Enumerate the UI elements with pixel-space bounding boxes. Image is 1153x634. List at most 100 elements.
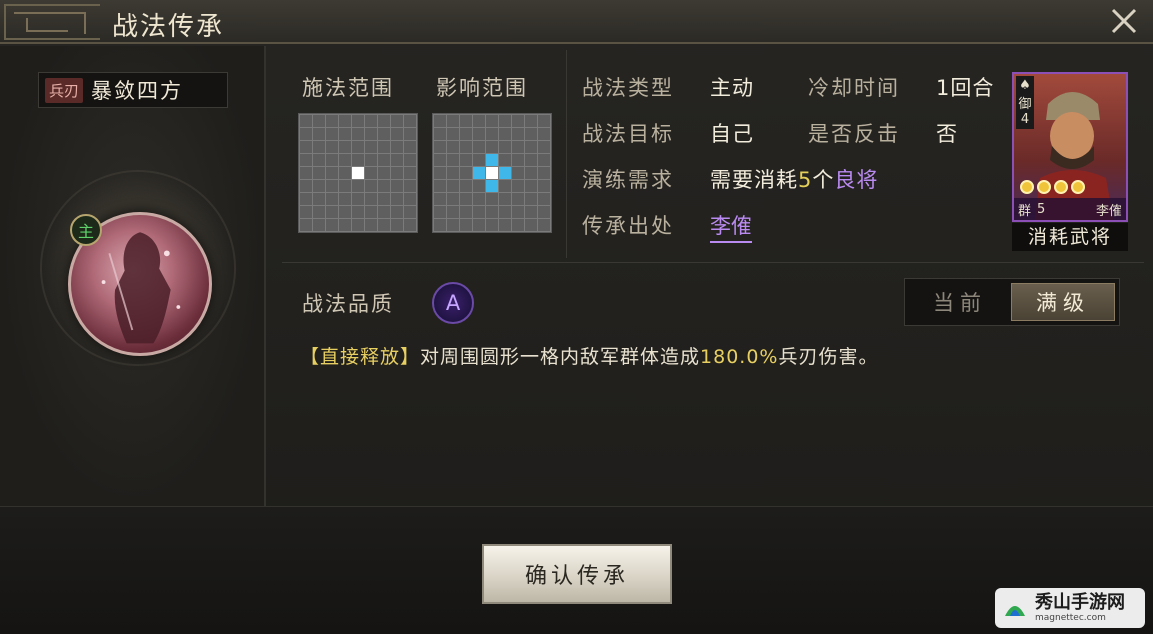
range-cell	[313, 193, 325, 205]
range-cell	[352, 141, 364, 153]
range-cell	[499, 206, 511, 218]
range-cell	[378, 219, 390, 231]
general-card-caption: 消耗武将	[1012, 223, 1128, 251]
range-cell	[365, 193, 377, 205]
confirm-inherit-button[interactable]: 确认传承	[482, 544, 672, 604]
range-cell	[326, 167, 338, 179]
general-level: 4	[1020, 112, 1030, 127]
description-text-after: 兵刃伤害。	[778, 346, 879, 368]
range-cell	[473, 115, 485, 127]
range-cell	[525, 128, 537, 140]
require-quality: 良将	[834, 168, 879, 192]
range-cell	[447, 193, 459, 205]
cooldown-label: 冷却时间	[808, 76, 900, 100]
range-cell	[352, 167, 364, 179]
range-cell	[300, 219, 312, 231]
range-cell	[391, 219, 403, 231]
range-cell	[499, 180, 511, 192]
range-cell	[300, 154, 312, 166]
require-value: 需要消耗5个良将	[710, 164, 878, 194]
title-bar: 战法传承	[0, 0, 1153, 44]
range-cell	[525, 141, 537, 153]
range-cell	[326, 180, 338, 192]
general-stars	[1020, 180, 1085, 194]
general-faction: 群	[1018, 203, 1032, 219]
cooldown-value: 1回合	[936, 76, 995, 100]
range-cell	[434, 141, 446, 153]
range-cell	[460, 115, 472, 127]
range-cell	[404, 206, 416, 218]
effect-range-grid	[432, 113, 552, 233]
effect-range-label: 影响范围	[436, 76, 528, 100]
range-cell	[300, 167, 312, 179]
star-icon	[1037, 180, 1051, 194]
range-cell	[447, 180, 459, 192]
range-cell	[352, 219, 364, 231]
range-cell	[525, 193, 537, 205]
toggle-current[interactable]: 当前	[909, 283, 1011, 321]
skill-description: 【直接释放】对周围圆形一格内敌军群体造成180.0%兵刃伤害。	[300, 342, 879, 369]
description-percent: 180.0%	[700, 346, 779, 368]
range-cell	[512, 115, 524, 127]
range-cell	[378, 128, 390, 140]
range-cell	[434, 167, 446, 179]
general-shield-icon: ♠	[1019, 78, 1031, 93]
range-cell	[352, 128, 364, 140]
watermark-cn: 秀山手游网	[1035, 591, 1125, 613]
range-cell	[460, 154, 472, 166]
range-cell	[404, 219, 416, 231]
range-cell	[300, 193, 312, 205]
range-cell	[434, 206, 446, 218]
range-cell	[352, 206, 364, 218]
range-cell	[313, 128, 325, 140]
general-side-tag: ♠ 御 4	[1016, 76, 1034, 129]
source-label: 传承出处	[582, 214, 674, 238]
range-cell	[300, 128, 312, 140]
range-cell	[313, 206, 325, 218]
range-cell	[313, 115, 325, 127]
range-cell	[365, 128, 377, 140]
range-cell	[486, 167, 498, 179]
range-cell	[525, 154, 537, 166]
range-cell	[365, 167, 377, 179]
range-cell	[486, 180, 498, 192]
range-cell	[499, 115, 511, 127]
range-cell	[391, 193, 403, 205]
range-cell	[512, 193, 524, 205]
range-cell	[365, 115, 377, 127]
range-cell	[300, 206, 312, 218]
range-cell	[300, 141, 312, 153]
range-cell	[339, 167, 351, 179]
range-cell	[538, 128, 550, 140]
quality-grade-badge: A	[432, 282, 474, 324]
range-cell	[404, 128, 416, 140]
range-cell	[447, 206, 459, 218]
counter-label: 是否反击	[808, 122, 900, 146]
range-cell	[538, 115, 550, 127]
range-cell	[404, 167, 416, 179]
require-unit: 个	[812, 168, 835, 192]
source-link[interactable]: 李傕	[710, 210, 752, 243]
range-cell	[378, 167, 390, 179]
range-cell	[365, 141, 377, 153]
toggle-max-level[interactable]: 满级	[1011, 283, 1115, 321]
range-cell	[460, 206, 472, 218]
range-cell	[434, 180, 446, 192]
range-cell	[352, 180, 364, 192]
range-cell	[339, 154, 351, 166]
general-card[interactable]: ♠ 御 4 群 5 李傕	[1012, 72, 1128, 222]
range-cell	[313, 167, 325, 179]
range-cell	[473, 180, 485, 192]
range-cell	[434, 115, 446, 127]
range-cell	[473, 167, 485, 179]
range-cell	[339, 219, 351, 231]
close-button[interactable]	[1107, 4, 1141, 38]
range-cell	[391, 115, 403, 127]
range-cell	[404, 115, 416, 127]
range-cell	[326, 193, 338, 205]
range-cell	[538, 193, 550, 205]
cast-range-grid	[298, 113, 418, 233]
range-cell	[473, 141, 485, 153]
range-cell	[512, 128, 524, 140]
range-cell	[460, 193, 472, 205]
